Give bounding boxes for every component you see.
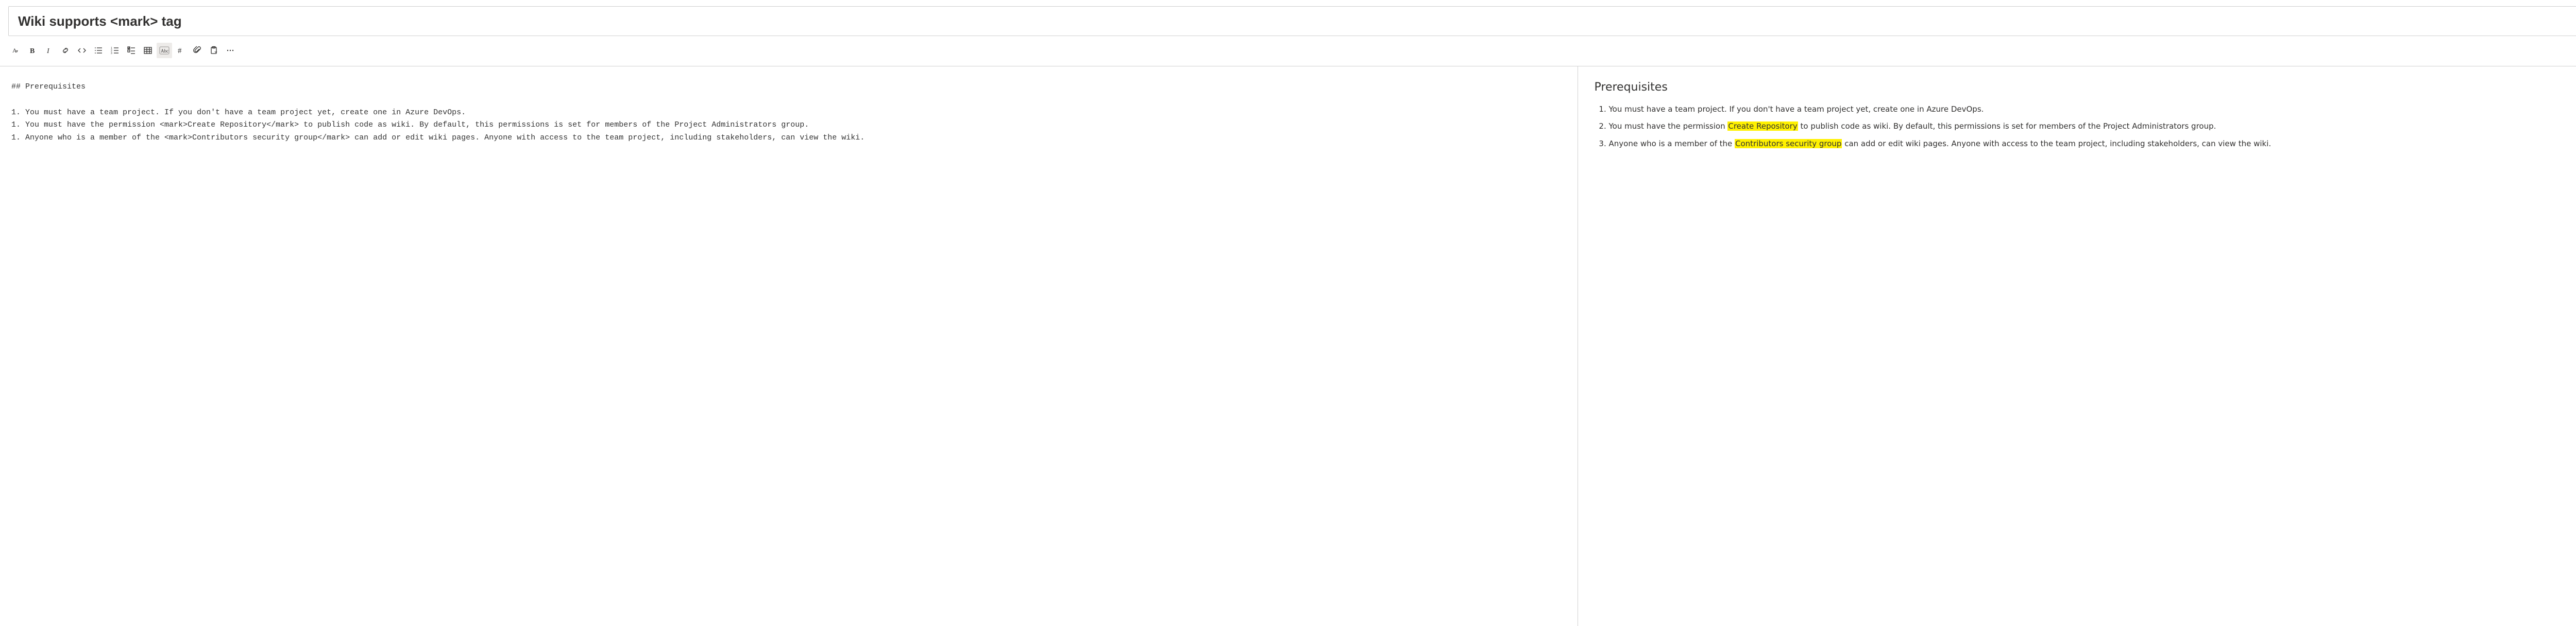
preview-list: You must have a team project. If you don… (1595, 103, 2576, 150)
italic-icon: I (44, 46, 54, 55)
markdown-source[interactable]: ## Prerequisites 1. You must have a team… (0, 66, 1578, 145)
heading-button[interactable]: # (173, 43, 189, 58)
paperclip-icon (193, 46, 202, 55)
list-item: Anyone who is a member of the Contributo… (1609, 138, 2576, 150)
svg-text:▾: ▾ (16, 49, 18, 54)
code-icon (77, 46, 87, 55)
highlight-button[interactable]: Abc (157, 43, 172, 58)
ol-icon: 123 (110, 46, 120, 55)
table-button[interactable] (140, 43, 156, 58)
svg-text:Abc: Abc (161, 48, 168, 54)
paste-button[interactable] (206, 43, 222, 58)
italic-button[interactable]: I (41, 43, 57, 58)
svg-text:#: # (178, 47, 182, 55)
bulleted-list-button[interactable] (91, 43, 106, 58)
more-icon (226, 46, 235, 55)
text-style-button[interactable]: A▾ (8, 43, 24, 58)
preview-pane: Prerequisites You must have a team proje… (1578, 66, 2576, 626)
attach-button[interactable] (190, 43, 205, 58)
checklist-icon (127, 46, 136, 55)
more-button[interactable] (223, 43, 238, 58)
hash-icon: # (176, 46, 185, 55)
text-style-icon: A▾ (11, 46, 21, 55)
bold-icon: B (28, 46, 37, 55)
paste-icon (209, 46, 218, 55)
markdown-editor-pane[interactable]: ## Prerequisites 1. You must have a team… (0, 66, 1578, 626)
preview-heading: Prerequisites (1595, 79, 2576, 96)
numbered-list-button[interactable]: 123 (107, 43, 123, 58)
bold-button[interactable]: B (25, 43, 40, 58)
svg-text:3: 3 (111, 52, 112, 55)
highlighted-text: Create Repository (1727, 121, 1798, 131)
highlighted-text: Contributors security group (1735, 139, 1842, 148)
list-item: You must have the permission Create Repo… (1609, 120, 2576, 132)
ul-icon (94, 46, 103, 55)
task-list-button[interactable] (124, 43, 139, 58)
title-toolbar: Close Save (0, 0, 2576, 40)
highlight-icon: Abc (159, 46, 170, 55)
svg-text:I: I (46, 47, 50, 55)
page-title-input-wrapper[interactable] (8, 6, 2576, 36)
table-icon (143, 46, 152, 55)
svg-text:B: B (30, 47, 35, 55)
link-button[interactable] (58, 43, 73, 58)
editor-split: ## Prerequisites 1. You must have a team… (0, 66, 2576, 626)
list-item: You must have a team project. If you don… (1609, 103, 2576, 115)
code-button[interactable] (74, 43, 90, 58)
page-title-input[interactable] (17, 13, 2576, 30)
link-icon (61, 46, 70, 55)
formatting-toolbar: A▾BI123Abc# Markdown supported. (0, 40, 2576, 66)
